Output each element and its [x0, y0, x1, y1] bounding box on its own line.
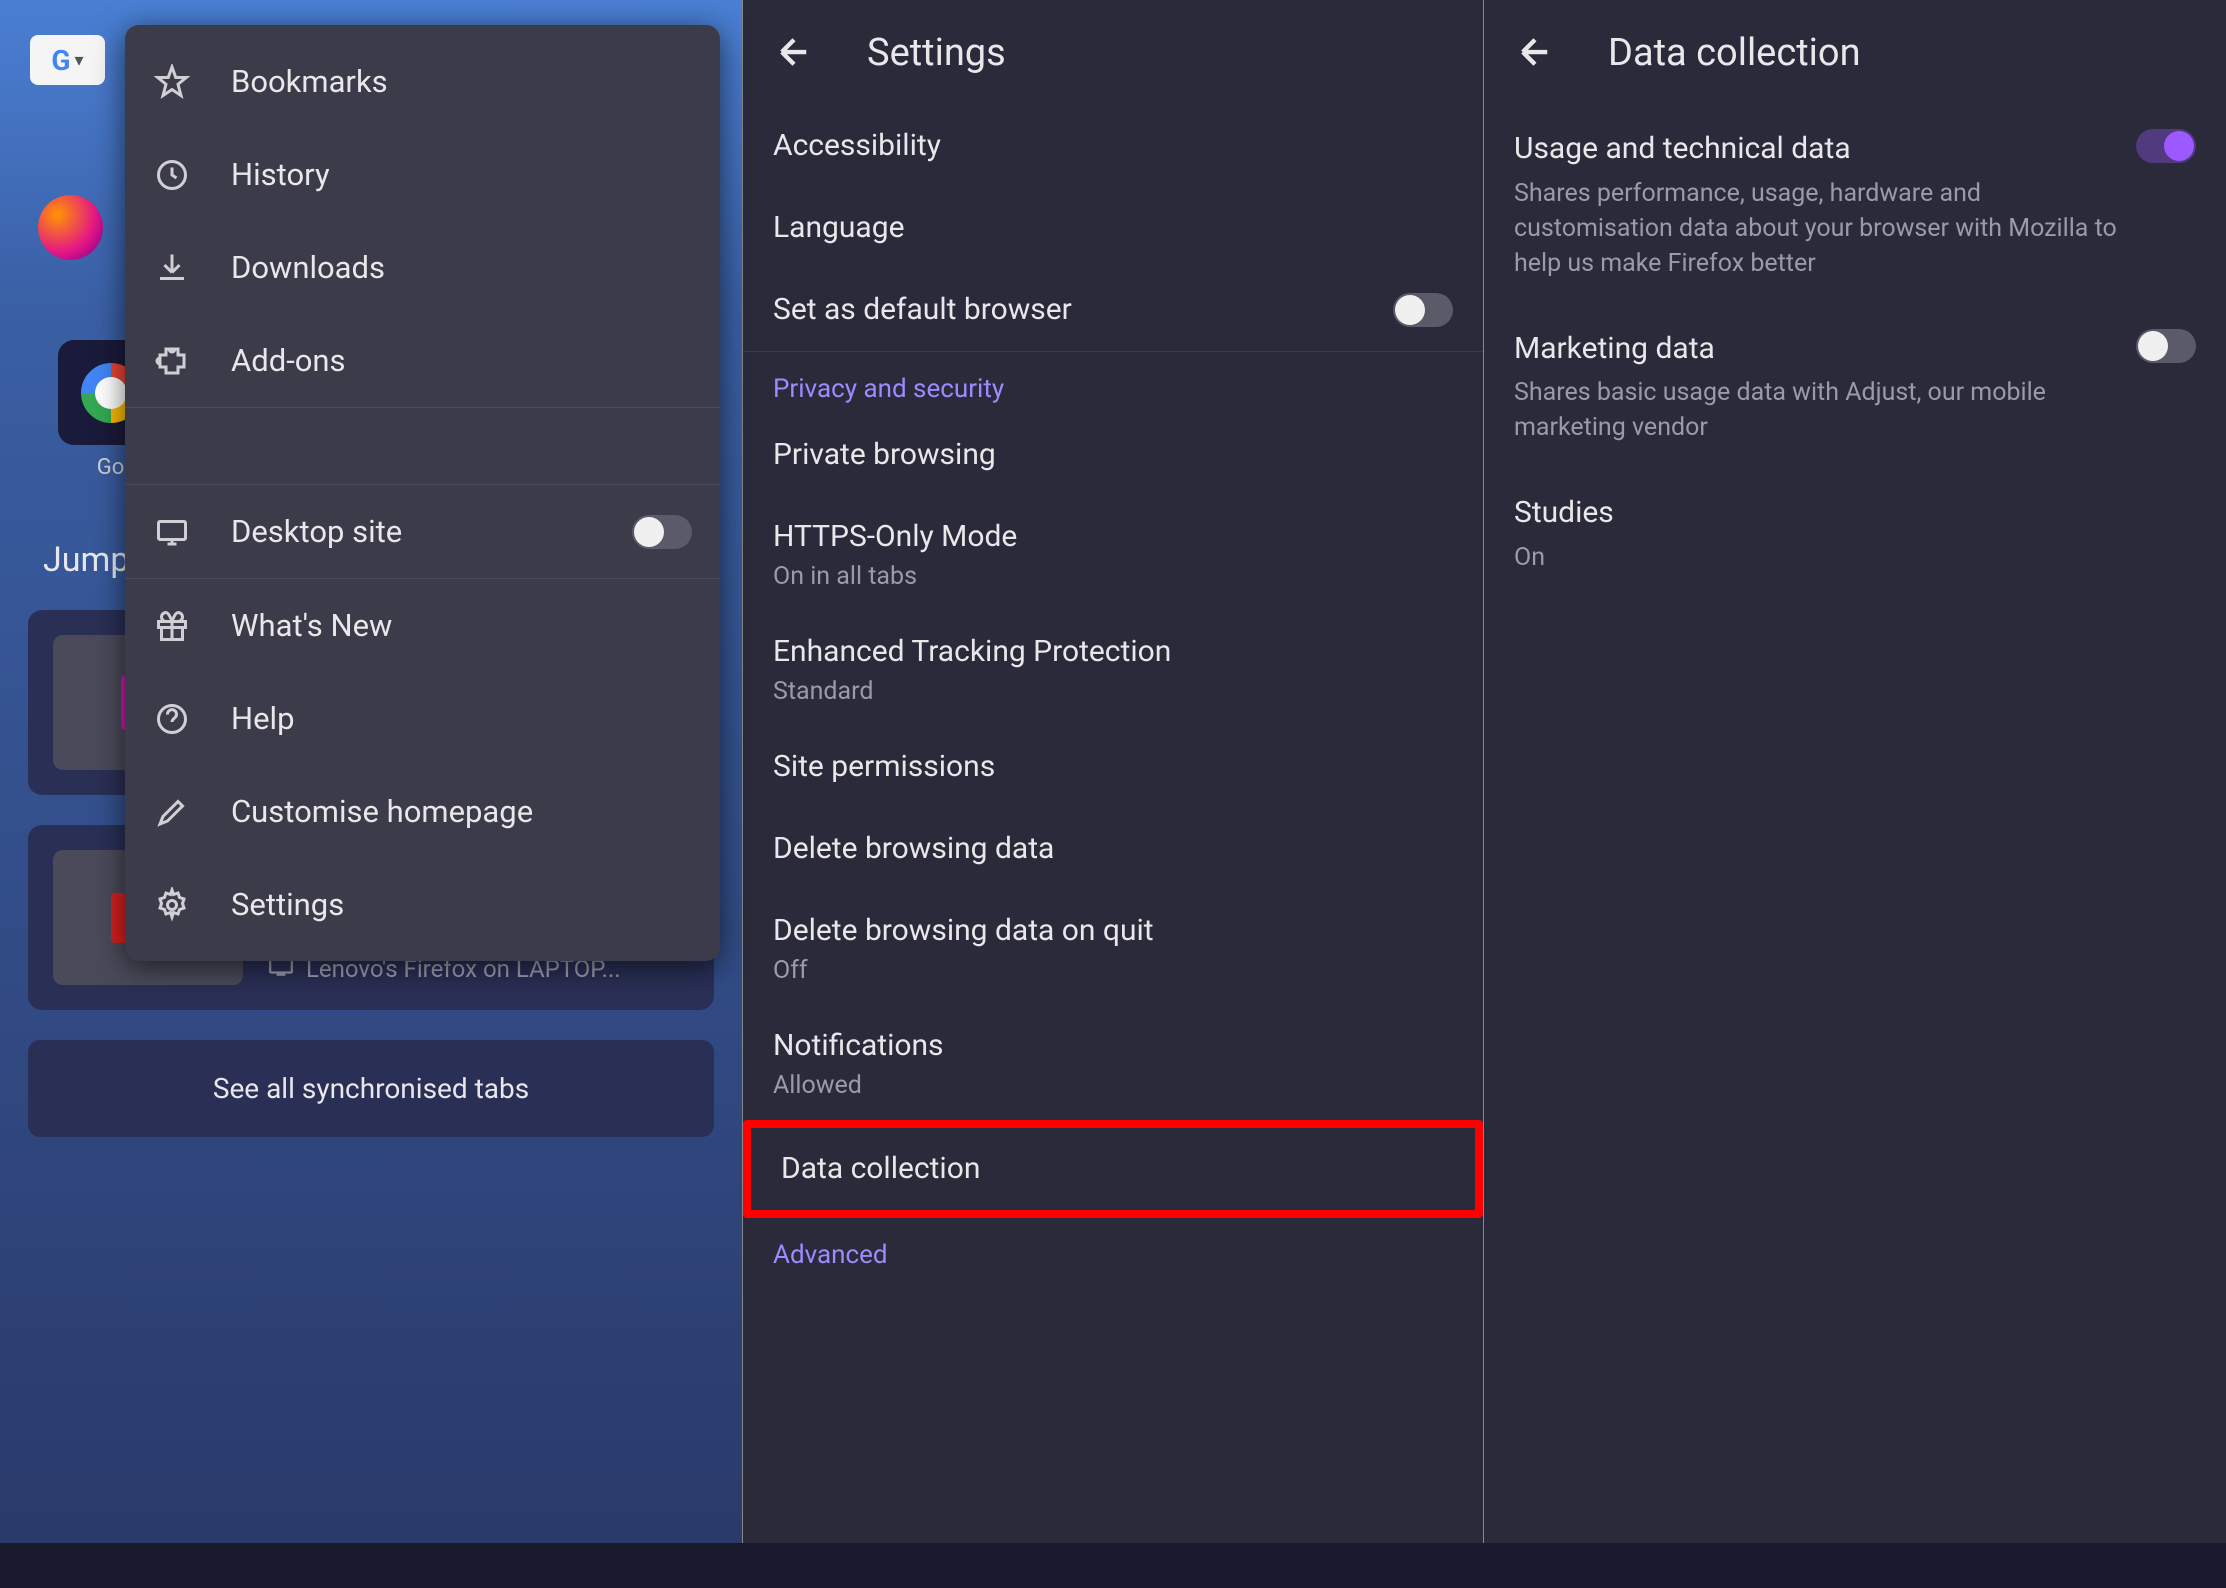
search-engine-chip[interactable]: G ▾ — [30, 35, 105, 85]
menu-downloads[interactable]: Downloads — [125, 221, 720, 314]
label: Data collection — [781, 1148, 1445, 1190]
menu-bookmarks-label: Bookmarks — [231, 63, 388, 100]
menu-help[interactable]: Help — [125, 672, 720, 765]
brush-icon — [153, 793, 191, 831]
sublabel: On in all tabs — [773, 562, 1453, 591]
label: HTTPS-Only Mode — [773, 516, 1453, 558]
settings-delete-on-quit[interactable]: Delete browsing data on quit Off — [743, 890, 1483, 1005]
label: Delete browsing data on quit — [773, 910, 1453, 952]
dc-usage-sub: Shares performance, usage, hardware and … — [1514, 176, 2118, 281]
label: Set as default browser — [773, 289, 1072, 331]
menu-help-label: Help — [231, 700, 295, 737]
menu-desktop-site-label: Desktop site — [231, 513, 402, 550]
puzzle-icon — [153, 342, 191, 380]
panel-data-collection: Data collection Usage and technical data… — [1484, 0, 2226, 1543]
settings-list: Accessibility Language Set as default br… — [743, 105, 1483, 1280]
see-all-synced-tabs-button[interactable]: See all synchronised tabs — [28, 1040, 714, 1137]
overflow-menu: Bookmarks History Downloads Add-ons Desk… — [125, 25, 720, 961]
back-arrow-icon[interactable] — [773, 31, 817, 75]
data-collection-header: Data collection — [1484, 0, 2226, 105]
panel-settings: Settings Accessibility Language Set as d… — [742, 0, 1484, 1543]
settings-etp[interactable]: Enhanced Tracking Protection Standard — [743, 611, 1483, 726]
settings-header: Settings — [743, 0, 1483, 105]
menu-customise-homepage[interactable]: Customise homepage — [125, 765, 720, 858]
marketing-data-toggle[interactable] — [2136, 329, 2196, 363]
menu-customise-label: Customise homepage — [231, 793, 533, 830]
section-privacy-security: Privacy and security — [743, 352, 1483, 414]
shortcut-google-label: Go — [97, 455, 125, 480]
usage-data-toggle[interactable] — [2136, 129, 2196, 163]
panel-firefox-home: Go BH Browse Jump S Enhanced Tracking Pr… — [0, 0, 742, 1543]
menu-history[interactable]: History — [125, 128, 720, 221]
data-collection-title: Data collection — [1608, 31, 1861, 75]
settings-delete-browsing-data[interactable]: Delete browsing data — [743, 808, 1483, 890]
menu-whats-new-label: What's New — [231, 607, 392, 644]
settings-title: Settings — [867, 31, 1006, 75]
firefox-logo-icon — [38, 195, 103, 260]
settings-accessibility[interactable]: Accessibility — [743, 105, 1483, 187]
download-icon — [153, 249, 191, 287]
dc-studies-title: Studies — [1514, 493, 2196, 534]
label: Delete browsing data — [773, 828, 1453, 870]
label: Language — [773, 207, 1453, 249]
sublabel: Standard — [773, 677, 1453, 706]
desktop-icon — [153, 513, 191, 551]
sublabel: Off — [773, 956, 1453, 985]
star-icon — [153, 63, 191, 101]
menu-whats-new[interactable]: What's New — [125, 579, 720, 672]
dc-usage-technical[interactable]: Usage and technical data Shares performa… — [1484, 105, 2226, 305]
menu-history-label: History — [231, 156, 330, 193]
label: Site permissions — [773, 746, 1453, 788]
settings-notifications[interactable]: Notifications Allowed — [743, 1005, 1483, 1120]
label: Private browsing — [773, 434, 1453, 476]
gear-icon — [153, 886, 191, 924]
label: Enhanced Tracking Protection — [773, 631, 1453, 673]
settings-private-browsing[interactable]: Private browsing — [743, 414, 1483, 496]
sublabel: Allowed — [773, 1071, 1453, 1100]
menu-downloads-label: Downloads — [231, 249, 385, 286]
dc-marketing-data[interactable]: Marketing data Shares basic usage data w… — [1484, 305, 2226, 470]
settings-default-browser[interactable]: Set as default browser — [743, 269, 1483, 351]
default-browser-toggle[interactable] — [1393, 293, 1453, 327]
dc-studies[interactable]: Studies On — [1484, 469, 2226, 599]
menu-addons[interactable]: Add-ons — [125, 314, 720, 407]
menu-desktop-site[interactable]: Desktop site — [125, 485, 720, 578]
settings-https-only[interactable]: HTTPS-Only Mode On in all tabs — [743, 496, 1483, 611]
menu-settings-label: Settings — [231, 886, 344, 923]
dc-marketing-sub: Shares basic usage data with Adjust, our… — [1514, 375, 2118, 445]
menu-settings[interactable]: Settings — [125, 858, 720, 951]
dc-studies-sub: On — [1514, 540, 2196, 575]
clock-icon — [153, 156, 191, 194]
settings-data-collection[interactable]: Data collection — [743, 1120, 1483, 1218]
gift-icon — [153, 607, 191, 645]
label: Accessibility — [773, 125, 1453, 167]
settings-language[interactable]: Language — [743, 187, 1483, 269]
menu-addons-label: Add-ons — [231, 342, 346, 379]
menu-bookmarks[interactable]: Bookmarks — [125, 35, 720, 128]
label: Notifications — [773, 1025, 1453, 1067]
dc-usage-title: Usage and technical data — [1514, 129, 2118, 170]
section-advanced: Advanced — [743, 1218, 1483, 1280]
settings-site-permissions[interactable]: Site permissions — [743, 726, 1483, 808]
menu-quick-actions-zone — [125, 407, 720, 485]
desktop-site-toggle[interactable] — [632, 515, 692, 549]
back-arrow-icon[interactable] — [1514, 31, 1558, 75]
help-icon — [153, 700, 191, 738]
dc-marketing-title: Marketing data — [1514, 329, 2118, 370]
